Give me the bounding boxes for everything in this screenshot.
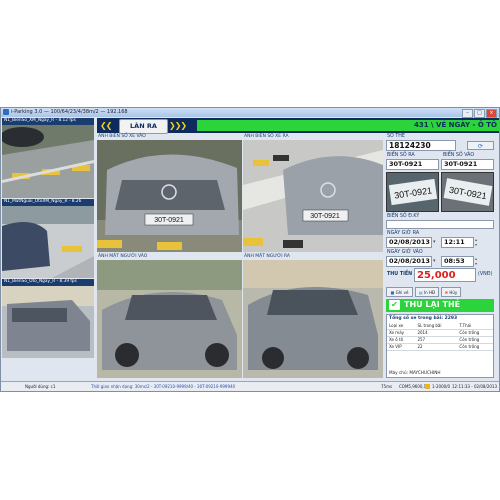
camera-2-feed[interactable] xyxy=(2,206,94,278)
plate-in-image[interactable]: 30T-0921 xyxy=(97,140,242,252)
time-in-spin-icon[interactable]: ▴ ▾ xyxy=(475,256,481,267)
print-label: In HĐ xyxy=(423,290,436,295)
face-out-image[interactable] xyxy=(243,260,383,378)
time-out-spin-icon[interactable]: ▴ ▾ xyxy=(475,237,481,248)
time-out-field[interactable]: 12:11 xyxy=(441,237,474,248)
camera-3-feed[interactable] xyxy=(2,286,94,358)
close-button[interactable]: × xyxy=(486,109,497,118)
cancel-label: Hủy xyxy=(449,290,458,295)
parking-summary-panel: Tổng số xe trong bãi: 2293 Loại xe SL tr… xyxy=(386,314,494,378)
status-bar: Người dùng: c1 Thời gian nhận dạng: 30ms… xyxy=(1,381,499,391)
card-number-field[interactable]: 18124230 xyxy=(386,140,456,151)
lane-direction-button[interactable]: LÀN RA xyxy=(119,119,168,134)
status-latency: 75ms xyxy=(381,384,393,389)
fee-label: THU TIỀN xyxy=(387,272,413,277)
server-label: Máy chủ: MAYCHUCHINH xyxy=(389,370,441,375)
camera-1-feed[interactable] xyxy=(2,125,94,198)
table-row[interactable]: Xe ô tô 257 Còn trống xyxy=(387,336,493,344)
table-cell: Còn trống xyxy=(457,329,493,337)
date-out-field[interactable]: 02/08/2013 xyxy=(386,237,432,248)
lane-header: ❮❮ LÀN RA ❯❯❯ 431 \ VÉ NGÀY - Ô TÔ xyxy=(97,118,500,134)
return-card-button[interactable]: ✔ THU LẠI THẺ xyxy=(386,299,494,312)
save-icon: ■ xyxy=(390,290,395,295)
check-icon: ✔ xyxy=(389,300,400,310)
return-card-label: THU LẠI THẺ xyxy=(404,300,461,309)
title-bar: i-Parking 3.0 — 100/64/23/4/38m/2 — 192.… xyxy=(1,108,499,118)
plate-out-field[interactable]: 30T-0921 xyxy=(386,159,439,170)
total-count-label: Tổng số xe trong bãi: 2293 xyxy=(389,316,458,321)
table-cell: 257 xyxy=(415,336,458,344)
table-cell: 2014 xyxy=(415,329,458,337)
date-out-picker-icon[interactable]: ▾ xyxy=(433,239,440,246)
print-icon: ▤ xyxy=(418,290,423,295)
plate-reg-field[interactable] xyxy=(386,220,494,229)
refresh-icon: ⟳ xyxy=(477,143,484,150)
plate-in-crop: 30T-0921 xyxy=(441,172,494,212)
status-log: Thời gian nhận dạng: 30ms/2 - 30T-09210-… xyxy=(91,384,236,389)
save-ticket-label: Ghi vé xyxy=(395,290,409,295)
table-cell: Còn trống xyxy=(457,343,493,351)
table-row[interactable]: Xe VIP 22 Còn trống xyxy=(387,343,493,351)
window-title: i-Parking 3.0 — 100/64/23/4/38m/2 — 192.… xyxy=(11,109,128,115)
status-port: COM5,9600,1 xyxy=(399,384,427,389)
date-in-picker-icon[interactable]: ▾ xyxy=(433,258,440,265)
face-in-image[interactable] xyxy=(97,260,242,378)
table-cell: Xe ô tô xyxy=(387,336,416,344)
app-window: i-Parking 3.0 — 100/64/23/4/38m/2 — 192.… xyxy=(0,107,500,392)
table-cell: Còn trống xyxy=(457,336,493,344)
cancel-button[interactable]: ✖ Hủy xyxy=(441,287,461,297)
plate-in-text: 30T-0921 xyxy=(154,217,184,224)
chevron-left-icon: ❮❮ xyxy=(100,121,112,130)
camera-2-label: N1_MatNguoi_OtoXM_Ngay_R - 8.26 xyxy=(2,199,94,206)
vehicle-count-table: Loại xe SL trong bãi T.Thái Xe máy 2014 … xyxy=(387,323,493,351)
camera-3-label: N1_BienSo_Oto_Ngay_R - 8.39 fps xyxy=(2,279,94,286)
save-ticket-button[interactable]: ■ Ghi vé xyxy=(386,287,413,297)
table-cell: Xe VIP xyxy=(387,343,416,351)
table-cell: 22 xyxy=(415,343,458,351)
camera-1-label: N1_BienSo_XM_Ngay_R - 8.12 fps xyxy=(2,118,94,125)
currency-label: (VNĐ) xyxy=(478,272,493,277)
table-row[interactable]: Xe máy 2014 Còn trống xyxy=(387,329,493,337)
status-clock: 12:11:33 - 02/08/2013 xyxy=(452,384,498,389)
status-user: Người dùng: c1 xyxy=(25,384,56,389)
status-counter: 1-2000/0 xyxy=(432,384,451,389)
chevron-right-icon: ❯❯❯ xyxy=(169,121,187,130)
plate-out-image[interactable]: 30T-0921 xyxy=(243,140,383,252)
print-button[interactable]: ▤ In HĐ xyxy=(415,287,439,297)
date-in-field[interactable]: 02/08/2013 xyxy=(386,256,432,267)
time-in-field[interactable]: 08:53 xyxy=(441,256,474,267)
lock-icon xyxy=(425,384,430,389)
plate-in-field[interactable]: 30T-0921 xyxy=(441,159,494,170)
fee-field[interactable]: 25,000 xyxy=(414,268,476,282)
table-cell: Xe máy xyxy=(387,329,416,337)
ticket-type-banner: 431 \ VÉ NGÀY - Ô TÔ xyxy=(197,120,500,131)
plate-out-text: 30T-0921 xyxy=(310,213,340,220)
maximize-button[interactable]: □ xyxy=(474,109,485,118)
app-icon xyxy=(3,109,9,115)
minimize-button[interactable]: – xyxy=(462,109,473,118)
refresh-button[interactable]: ⟳ xyxy=(467,141,494,150)
plate-out-crop: 30T-0921 xyxy=(386,172,439,212)
cancel-icon: ✖ xyxy=(444,290,449,295)
